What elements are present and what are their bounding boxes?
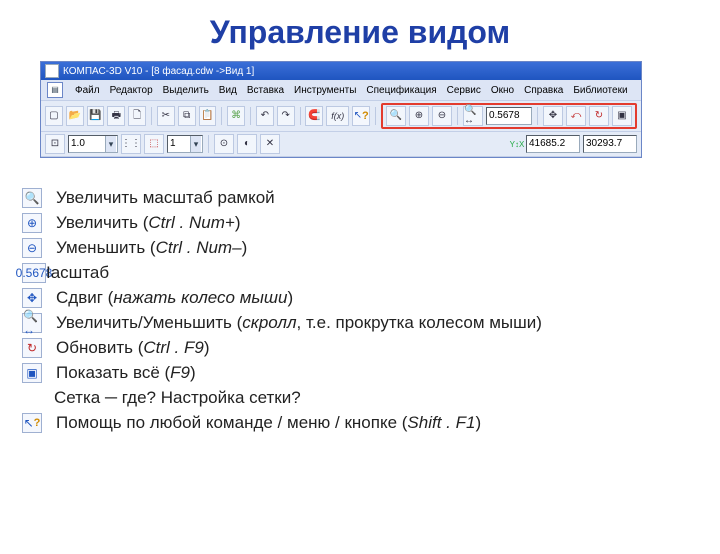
list-item: ↻ Обновить (Ctrl . F9) [22, 338, 720, 358]
zoom-window-icon[interactable]: 🔍 [386, 106, 406, 126]
list-item: ⊖ Уменьшить (Ctrl . Num–) [22, 238, 720, 258]
main-toolbar: ▢ 📂 💾 🖶 🗋 ✂ ⧉ 📋 ⌘ ↶ ↷ 🧲 f(x) ↖? 🔍 ⊕ ⊖ 🔍↔… [41, 100, 641, 132]
zoom-value-field[interactable]: 0.5678 [486, 107, 532, 125]
context-help-icon[interactable]: ↖? [352, 106, 370, 126]
layers-icon[interactable]: ⬚ [144, 134, 164, 154]
menu-service[interactable]: Сервис [447, 85, 481, 96]
menu-libs[interactable]: Библиотеки [573, 85, 627, 96]
item-text: Уменьшить (Ctrl . Num–) [56, 238, 247, 258]
list-item: ⊕ Увеличить (Ctrl . Num+) [22, 213, 720, 233]
menu-edit[interactable]: Редактор [110, 85, 153, 96]
item-text: Помощь по любой команде / меню / кнопке … [56, 413, 481, 433]
refresh-icon: ↻ [22, 338, 42, 358]
scale-combo[interactable]: 1.0 [68, 135, 118, 153]
item-text: Сетка ─ где? Настройка сетки? [54, 388, 301, 408]
doc-icon[interactable]: ▤ [47, 82, 63, 98]
snap-int-icon[interactable]: ✕ [260, 134, 280, 154]
step-icon[interactable]: ⋮⋮ [121, 134, 141, 154]
item-text: Увеличить масштаб рамкой [56, 188, 275, 208]
magnet-icon[interactable]: 🧲 [305, 106, 323, 126]
item-text: Показать всё (F9) [56, 363, 196, 383]
view-num-combo[interactable]: 1 [167, 135, 203, 153]
item-text: Іасштаб [46, 263, 109, 283]
open-icon[interactable]: 📂 [66, 106, 84, 126]
refresh-icon[interactable]: ↻ [589, 106, 609, 126]
separator [151, 107, 152, 125]
pan-icon[interactable]: ✥ [543, 106, 563, 126]
print-icon[interactable]: 🖶 [107, 106, 125, 126]
app-window: КОМПАС-3D V10 - [8 фасад.cdw ->Вид 1] ▤ … [40, 61, 642, 158]
menu-spec[interactable]: Спецификация [366, 85, 436, 96]
snap-mid-icon[interactable]: ◐ [237, 134, 257, 154]
cut-icon[interactable]: ✂ [157, 106, 175, 126]
coord-y-field[interactable]: 30293.7 [583, 135, 637, 153]
separator [300, 107, 301, 125]
list-item: ▣ Показать всё (F9) [22, 363, 720, 383]
props-icon[interactable]: ⌘ [227, 106, 245, 126]
paste-icon[interactable]: 📋 [199, 106, 217, 126]
list-item: ↖? Помощь по любой команде / меню / кноп… [22, 413, 720, 433]
coord-label-icon: Y↕X [511, 137, 523, 151]
app-icon [45, 64, 59, 78]
zoom-scroll-icon: 🔍↔ [22, 313, 42, 333]
fit-all-icon: ▣ [22, 363, 42, 383]
menu-view[interactable]: Вид [219, 85, 237, 96]
list-item: 0.5678 Іасштаб [22, 263, 720, 283]
separator [537, 107, 538, 125]
zoom-out-icon[interactable]: ⊖ [432, 106, 452, 126]
zoom-prev-icon[interactable]: ⤺ [566, 106, 586, 126]
menu-window[interactable]: Окно [491, 85, 514, 96]
new-file-icon[interactable]: ▢ [45, 106, 63, 126]
snap-end-icon[interactable]: ⊙ [214, 134, 234, 154]
menu-tools[interactable]: Инструменты [294, 85, 356, 96]
item-text: Увеличить/Уменьшить (скролл, т.е. прокру… [56, 313, 542, 333]
preview-icon[interactable]: 🗋 [128, 106, 146, 126]
status-toolbar: ⊡ 1.0 ⋮⋮ ⬚ 1 ⊙ ◐ ✕ Y↕X 41685.2 30293.7 [41, 132, 641, 157]
description-list: 🔍 Увеличить масштаб рамкой ⊕ Увеличить (… [22, 188, 720, 433]
slide-title: Управление видом [0, 14, 720, 51]
separator [221, 107, 222, 125]
item-text: Сдвиг (нажать колесо мыши) [56, 288, 293, 308]
undo-icon[interactable]: ↶ [256, 106, 274, 126]
titlebar: КОМПАС-3D V10 - [8 фасад.cdw ->Вид 1] [41, 62, 641, 80]
separator [375, 107, 376, 125]
copy-icon[interactable]: ⧉ [178, 106, 196, 126]
redo-icon[interactable]: ↷ [277, 106, 295, 126]
save-icon[interactable]: 💾 [87, 106, 105, 126]
menu-select[interactable]: Выделить [163, 85, 209, 96]
zoom-value-field-icon: 0.5678 [22, 263, 46, 283]
item-text: Увеличить (Ctrl . Num+) [56, 213, 240, 233]
zoom-scroll-icon[interactable]: 🔍↔ [463, 106, 483, 126]
fit-all-icon[interactable]: ▣ [612, 106, 632, 126]
menu-insert[interactable]: Вставка [247, 85, 284, 96]
zoom-in-icon: ⊕ [22, 213, 42, 233]
zoom-in-icon[interactable]: ⊕ [409, 106, 429, 126]
separator [208, 135, 209, 153]
zoom-out-icon: ⊖ [22, 238, 42, 258]
item-text: Обновить (Ctrl . F9) [56, 338, 209, 358]
menu-help[interactable]: Справка [524, 85, 563, 96]
list-item: 🔍 Увеличить масштаб рамкой [22, 188, 720, 208]
coord-x-field[interactable]: 41685.2 [526, 135, 580, 153]
view-toolbar-highlight: 🔍 ⊕ ⊖ 🔍↔ 0.5678 ✥ ⤺ ↻ ▣ [381, 103, 637, 129]
list-item: Сетка ─ где? Настройка сетки? [22, 388, 720, 408]
context-help-icon: ↖? [22, 413, 42, 433]
zoom-window-icon: 🔍 [22, 188, 42, 208]
fx-icon[interactable]: f(x) [326, 106, 349, 126]
separator [250, 107, 251, 125]
list-item: 🔍↔ Увеличить/Уменьшить (скролл, т.е. про… [22, 313, 720, 333]
menu-file[interactable]: Файл [75, 85, 100, 96]
window-title: КОМПАС-3D V10 - [8 фасад.cdw ->Вид 1] [63, 66, 254, 77]
list-item: ✥ Сдвиг (нажать колесо мыши) [22, 288, 720, 308]
ortho-icon[interactable]: ⊡ [45, 134, 65, 154]
separator [457, 107, 458, 125]
pan-icon: ✥ [22, 288, 42, 308]
menubar: ▤ Файл Редактор Выделить Вид Вставка Инс… [41, 80, 641, 100]
